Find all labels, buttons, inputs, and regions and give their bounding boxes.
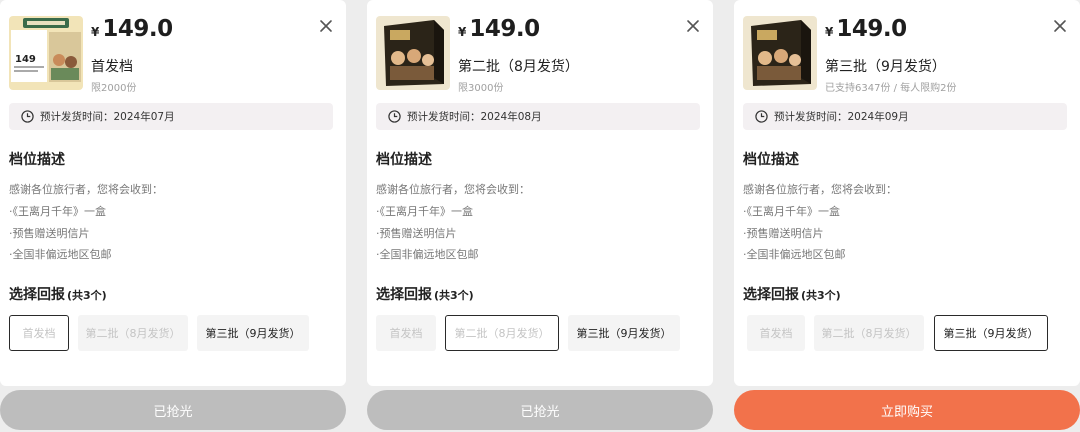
tier-name: 第三批（9月发货） <box>825 59 946 75</box>
description-title: 档位描述 <box>376 152 432 168</box>
price: ¥ 149.0 <box>458 16 540 42</box>
description-item: ·《王离月千年》一盒 <box>743 205 840 218</box>
description-item: ·全国非偏远地区包邮 <box>743 248 846 261</box>
tier-limit: 限2000份 <box>91 83 137 94</box>
description-intro: 感谢各位旅行者，您将会收到： <box>9 183 163 196</box>
option-first-batch[interactable]: 首发档 <box>376 315 436 351</box>
clock-icon <box>388 110 401 123</box>
reward-panel-3: ¥ 149.0 第三批（9月发货） 已支持6347份 / 每人限购2份 预计发货… <box>734 0 1080 386</box>
close-icon[interactable] <box>318 18 334 34</box>
description-item: ·预售赠送明信片 <box>9 227 90 240</box>
price-value: 149.0 <box>102 16 173 42</box>
product-thumbnail <box>743 16 817 90</box>
shipping-eta: 预计发货时间：2024年08月 <box>376 103 700 130</box>
option-second-batch[interactable]: 第二批（8月发货） <box>814 315 924 351</box>
currency-symbol: ¥ <box>825 25 834 39</box>
option-third-batch[interactable]: 第三批（9月发货） <box>934 315 1048 351</box>
product-thumbnail: 149 <box>9 16 83 90</box>
description-intro: 感谢各位旅行者，您将会收到： <box>376 183 530 196</box>
description-title: 档位描述 <box>743 152 799 168</box>
reward-panel-1: 149 ¥ 149.0 首发档 限2000份 预计发货时间：2024年07月 档… <box>0 0 346 386</box>
tier-name: 第二批（8月发货） <box>458 59 579 75</box>
shipping-eta: 预计发货时间：2024年07月 <box>9 103 333 130</box>
tier-limit: 限3000份 <box>458 83 504 94</box>
description-intro: 感谢各位旅行者，您将会收到： <box>743 183 897 196</box>
description-item: ·全国非偏远地区包邮 <box>376 248 479 261</box>
choose-reward-title: 选择回报 (共3个) <box>376 287 474 303</box>
svg-text:149: 149 <box>15 54 36 65</box>
sold-out-button[interactable]: 已抢光 <box>367 390 713 430</box>
buy-now-button[interactable]: 立即购买 <box>734 390 1080 430</box>
reward-panel-2: ¥ 149.0 第二批（8月发货） 限3000份 预计发货时间：2024年08月… <box>367 0 713 386</box>
description-item: ·《王离月千年》一盒 <box>9 205 106 218</box>
product-thumbnail <box>376 16 450 90</box>
shipping-eta: 预计发货时间：2024年09月 <box>743 103 1067 130</box>
description-item: ·预售赠送明信片 <box>743 227 824 240</box>
currency-symbol: ¥ <box>91 25 100 39</box>
choose-reward-title: 选择回报 (共3个) <box>743 287 841 303</box>
close-icon[interactable] <box>1052 18 1068 34</box>
description-item: ·《王离月千年》一盒 <box>376 205 473 218</box>
currency-symbol: ¥ <box>458 25 467 39</box>
option-second-batch[interactable]: 第二批（8月发货） <box>445 315 559 351</box>
clock-icon <box>21 110 34 123</box>
price: ¥ 149.0 <box>825 16 907 42</box>
price-value: 149.0 <box>836 16 907 42</box>
price-value: 149.0 <box>469 16 540 42</box>
description-title: 档位描述 <box>9 152 65 168</box>
close-icon[interactable] <box>685 18 701 34</box>
option-first-batch[interactable]: 首发档 <box>747 315 805 351</box>
price: ¥ 149.0 <box>91 16 173 42</box>
shipping-eta-text: 预计发货时间：2024年09月 <box>774 111 909 123</box>
shipping-eta-text: 预计发货时间：2024年07月 <box>40 111 175 123</box>
sold-out-button[interactable]: 已抢光 <box>0 390 346 430</box>
description-item: ·全国非偏远地区包邮 <box>9 248 112 261</box>
description-item: ·预售赠送明信片 <box>376 227 457 240</box>
shipping-eta-text: 预计发货时间：2024年08月 <box>407 111 542 123</box>
tier-supporters: 已支持6347份 / 每人限购2份 <box>825 83 957 94</box>
option-third-batch[interactable]: 第三批（9月发货） <box>197 315 309 351</box>
option-first-batch[interactable]: 首发档 <box>9 315 69 351</box>
option-third-batch[interactable]: 第三批（9月发货） <box>568 315 680 351</box>
choose-reward-title: 选择回报 (共3个) <box>9 287 107 303</box>
tier-name: 首发档 <box>91 59 133 75</box>
clock-icon <box>755 110 768 123</box>
option-second-batch[interactable]: 第二批（8月发货） <box>78 315 188 351</box>
